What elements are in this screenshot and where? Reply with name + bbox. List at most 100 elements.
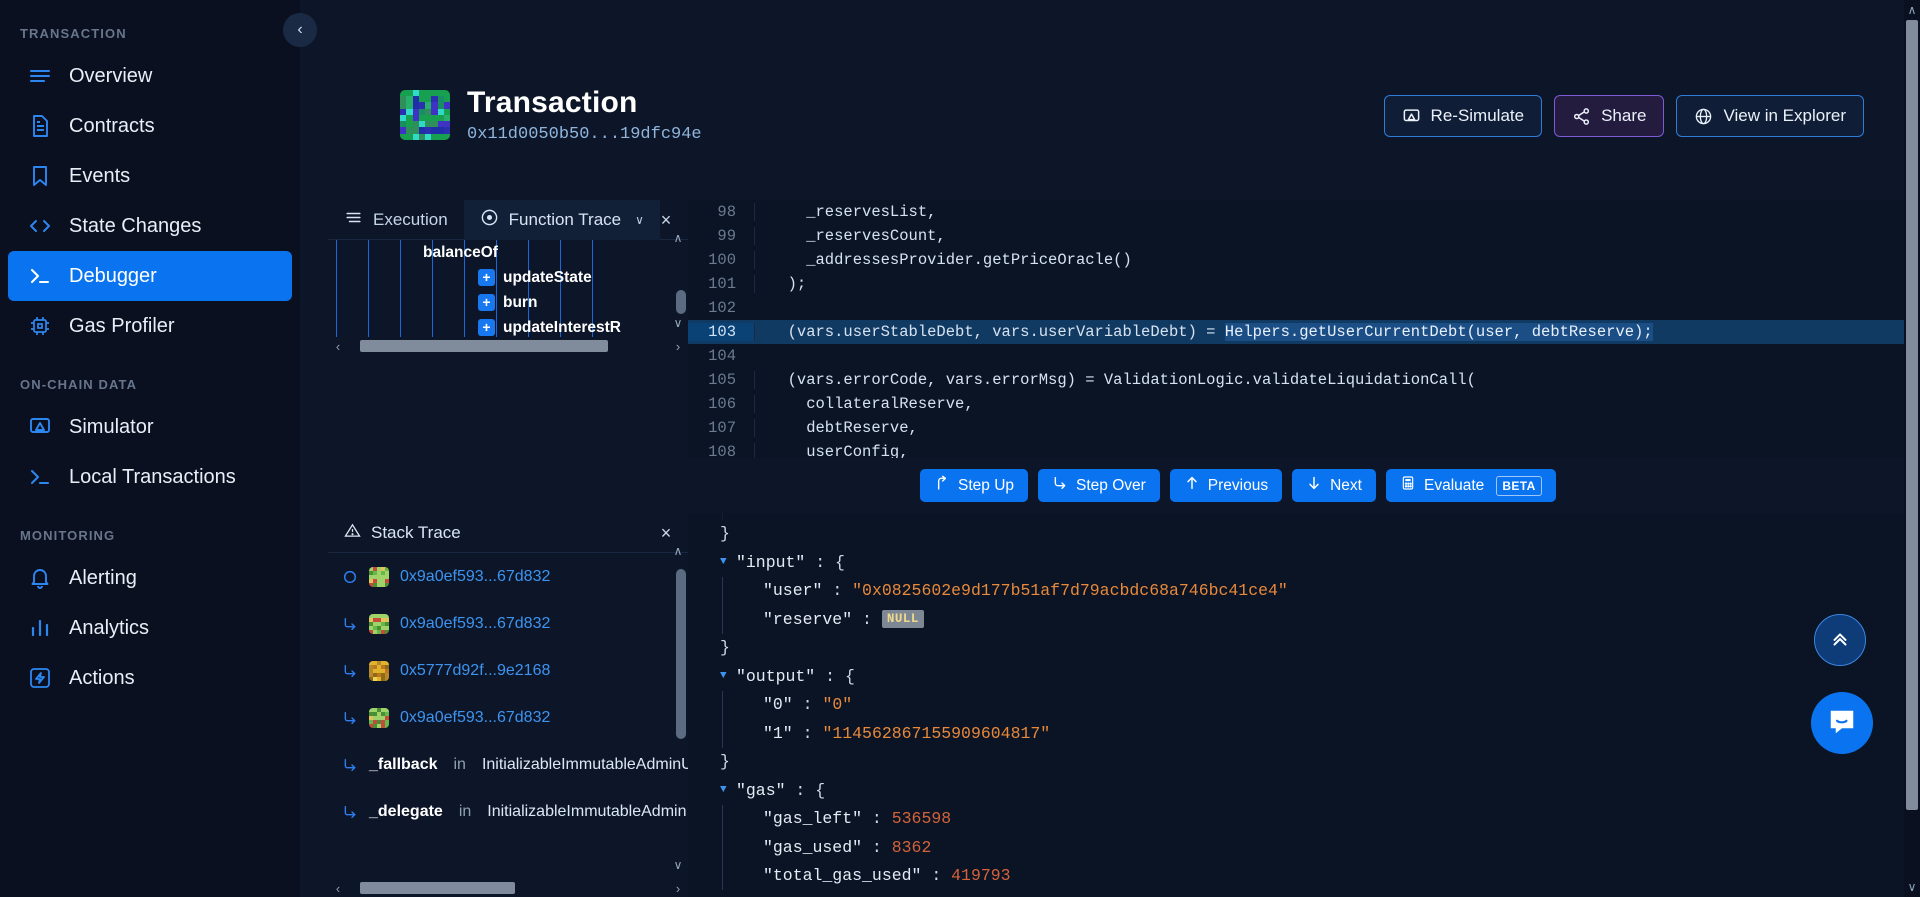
tab-execution[interactable]: Execution [328,200,464,240]
code-text: (vars.errorCode, vars.errorMsg) = Valida… [754,371,1920,389]
sidebar-item-overview[interactable]: Overview [8,51,292,101]
expand-node-button[interactable]: + [478,319,495,336]
code-selected-expression: Helpers.getUserCurrentDebt(user, debtRes… [1224,323,1653,341]
code-line[interactable]: 106 collateralReserve, [688,392,1920,416]
code-line[interactable]: 99 _reservesCount, [688,224,1920,248]
json-collapse-caret-icon[interactable]: ▼ [720,670,736,682]
sidebar-item-contracts[interactable]: Contracts [8,101,292,151]
sidebar-item-events[interactable]: Events [8,151,292,201]
sidebar-item-simulator[interactable]: Simulator [8,402,292,452]
chat-support-button[interactable] [1811,692,1873,754]
function-trace-horizontal-scrollbar[interactable]: ‹ › [328,337,688,355]
tab-function-trace[interactable]: Function Trace ∨ [463,199,660,240]
stack-frame-contract: InitializableImmutableAdminU [481,755,688,773]
expand-node-button[interactable]: + [478,269,495,286]
share-button[interactable]: Share [1554,95,1665,137]
stack-trace-row[interactable]: 0x9a0ef593...67d832 [328,694,688,741]
json-line: } [710,634,1920,663]
step-up-button[interactable]: Step Up [920,469,1029,502]
sidebar-item-actions[interactable]: Actions [8,653,292,703]
code-line[interactable]: 103 (vars.userStableDebt, vars.userVaria… [688,320,1920,344]
code-line[interactable]: 105 (vars.errorCode, vars.errorMsg) = Va… [688,368,1920,392]
stack-trace-row[interactable]: 0x9a0ef593...67d832 [328,600,688,647]
stack-trace-row[interactable]: _delegate in InitializableImmutableAdmin [328,788,688,835]
source-code-editor[interactable]: 98 _reservesList, 99 _reservesCount, 100 _… [688,200,1920,458]
function-trace-row[interactable]: balanceOf [328,240,688,265]
function-trace-row[interactable]: + burn [328,290,688,315]
stack-trace-row[interactable]: 0x9a0ef593...67d832 [328,553,688,600]
hscroll-left-arrow[interactable]: ‹ [328,339,348,354]
page-scroll-up-arrow[interactable]: ∧ [1904,0,1920,20]
sidebar-item-local-transactions[interactable]: Local Transactions [8,452,292,502]
code-line[interactable]: 98 _reservesList, [688,200,1920,224]
terminal-icon [28,264,52,288]
sidebar-item-gas-profiler[interactable]: Gas Profiler [8,301,292,351]
debugger-layout: Execution Function Trace ∨ × balanceOf + upd… [328,199,1920,897]
page-scrollbar-thumb[interactable] [1906,20,1918,810]
hscroll-thumb[interactable] [360,882,515,894]
stack-trace-row[interactable]: 0x5777d92f...9e2168 [328,647,688,694]
json-collapse-caret-icon[interactable]: ▼ [720,784,736,796]
line-number: 101 [708,275,736,293]
page-scrollbar[interactable]: ∧ ∨ [1904,0,1920,897]
json-collapse-caret-icon[interactable]: ▼ [720,556,736,568]
line-number: 100 [708,251,736,269]
hscroll-right-arrow[interactable]: › [668,339,688,354]
function-trace-vertical-scrollbar[interactable]: ∧ ∨ [674,231,686,330]
chevron-down-icon[interactable]: ∨ [635,213,644,227]
close-function-trace-button[interactable]: × [654,208,678,232]
scroll-down-arrow[interactable]: ∨ [670,857,686,873]
json-separator: : [805,552,836,572]
next-button[interactable]: Next [1292,469,1376,502]
stack-trace-vertical-scrollbar[interactable]: ∧ ∨ [674,544,686,872]
globe-icon [1694,107,1713,126]
hscroll-track[interactable] [348,882,668,894]
line-number: 107 [708,419,736,437]
scroll-up-arrow[interactable]: ∧ [670,230,686,246]
line-number: 103 [688,323,754,341]
re-simulate-button[interactable]: Re-Simulate [1383,95,1543,137]
sidebar-item-debugger[interactable]: Debugger [8,251,292,301]
code-text: collateralReserve, [754,395,1920,413]
stack-trace-horizontal-scrollbar[interactable]: ‹ › [328,879,688,897]
contract-address-link[interactable]: 0x5777d92f...9e2168 [400,662,550,680]
contract-address-link[interactable]: 0x9a0ef593...67d832 [400,709,550,727]
previous-button[interactable]: Previous [1169,469,1283,502]
json-punctuation: } [720,524,730,544]
close-stack-trace-button[interactable]: × [654,521,678,545]
bookmark-icon [28,164,52,188]
code-line[interactable]: 101 ); [688,272,1920,296]
scroll-to-top-button[interactable] [1814,614,1866,666]
contract-address-link[interactable]: 0x9a0ef593...67d832 [400,568,550,586]
step-over-button[interactable]: Step Over [1038,469,1160,502]
expand-node-button[interactable]: + [478,294,495,311]
view-in-explorer-button[interactable]: View in Explorer [1676,95,1864,137]
code-line[interactable]: 108 userConfig, [688,440,1920,458]
code-line[interactable]: 107 debtReserve, [688,416,1920,440]
scrollbar-thumb[interactable] [676,569,686,739]
code-line[interactable]: 104 [688,344,1920,368]
hscroll-left-arrow[interactable]: ‹ [328,881,348,896]
contract-address-link[interactable]: 0x9a0ef593...67d832 [400,615,550,633]
scroll-down-arrow[interactable]: ∨ [670,315,686,331]
sidebar-item-label: Contracts [69,114,155,137]
hscroll-thumb[interactable] [360,340,608,352]
function-trace-tabs: Execution Function Trace ∨ [328,199,688,240]
scroll-up-arrow[interactable]: ∧ [670,543,686,559]
hscroll-track[interactable] [348,340,668,352]
code-line[interactable]: 102 [688,296,1920,320]
page-scroll-down-arrow[interactable]: ∨ [1904,877,1920,897]
sidebar-item-state-changes[interactable]: State Changes [8,201,292,251]
sidebar-item-analytics[interactable]: Analytics [8,603,292,653]
sidebar-item-alerting[interactable]: Alerting [8,553,292,603]
json-null-badge: NULL [881,610,924,629]
code-line[interactable]: 100 _addressesProvider.getPriceOracle() [688,248,1920,272]
function-trace-row[interactable]: + updateState [328,265,688,290]
scrollbar-thumb[interactable] [676,290,686,314]
hscroll-right-arrow[interactable]: › [668,881,688,896]
circle-marker-icon [342,569,358,585]
evaluate-button[interactable]: Evaluate BETA [1385,469,1556,502]
sidebar-collapse-button[interactable]: ‹ [283,13,317,47]
stack-trace-row[interactable]: _fallback in InitializableImmutableAdminU [328,741,688,788]
sidebar-item-label: Analytics [69,616,150,639]
